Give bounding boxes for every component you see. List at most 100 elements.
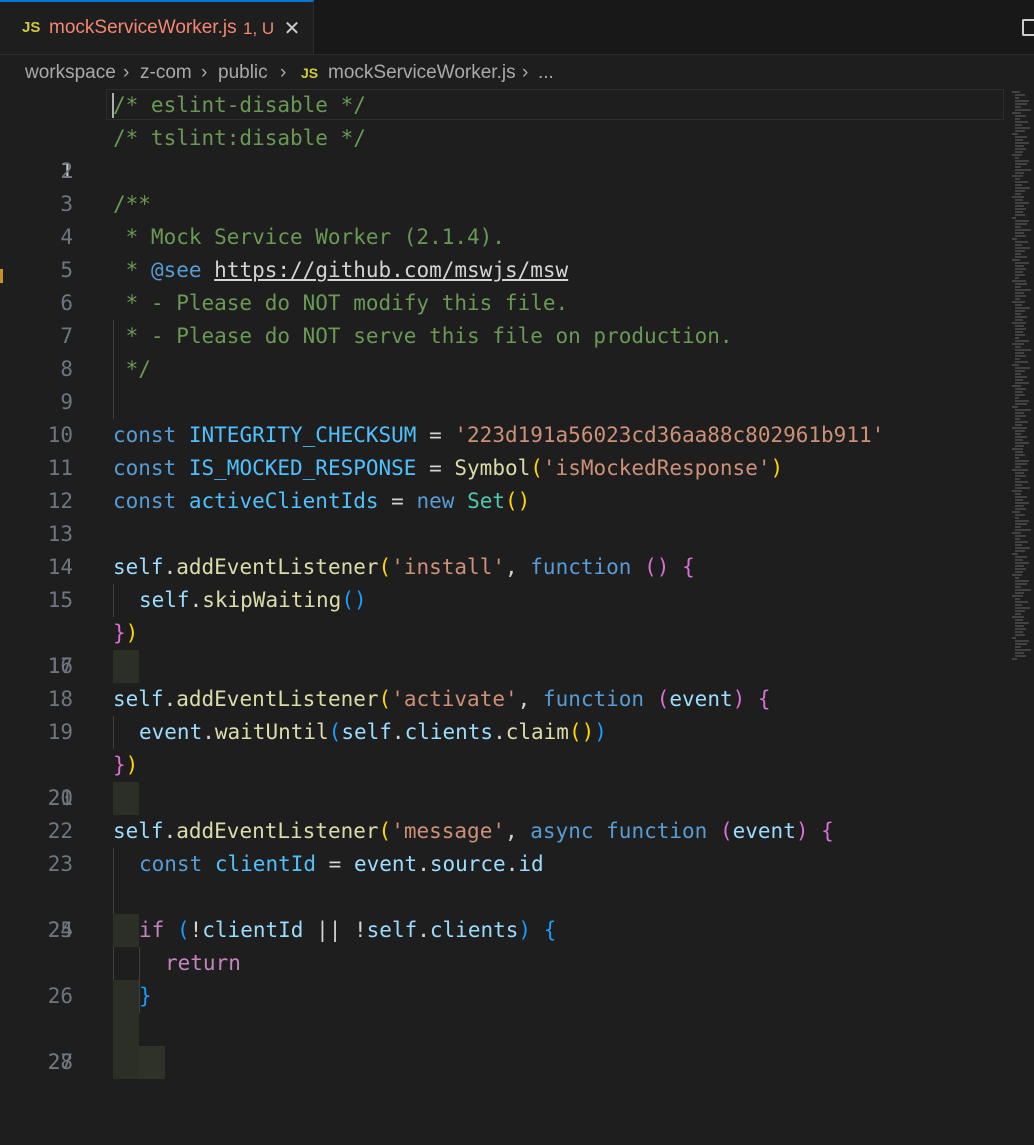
constant-name: INTEGRITY_CHECKSUM [188,423,417,447]
minimap[interactable] [1010,89,1034,669]
minimap-line [1015,544,1022,546]
minimap-line [1015,430,1025,432]
minimap-line [1015,535,1026,537]
code-line: 18 [0,650,1005,711]
minimap-line [1015,142,1029,144]
bracket: } [139,984,152,1008]
minimap-line [1015,442,1029,444]
minimap-line [1015,367,1030,369]
bracket: ( [530,456,543,480]
minimap-line [1015,382,1029,384]
minimap-line [1015,649,1031,651]
minimap-line [1015,586,1021,588]
bracket: ) [125,753,139,777]
minimap-line [1015,397,1019,399]
breadcrumb-public[interactable]: public [218,62,268,84]
breadcrumb-workspace[interactable]: workspace [25,62,116,84]
keyword: new [416,489,455,513]
punctuation: . [391,720,405,744]
minimap-line [1015,592,1024,594]
indent-highlight [113,1046,139,1079]
minimap-line [1015,172,1024,174]
close-icon[interactable]: ✕ [281,17,303,39]
minimap-line [1015,577,1019,579]
minimap-line [1015,391,1023,393]
breadcrumb-file[interactable]: mockServiceWorker.js [328,62,516,84]
minimap-line [1015,460,1029,462]
minimap-line [1015,409,1031,411]
keyword: const [113,456,177,480]
tab-mockserviceworker[interactable]: JS mockServiceWorker.js 1, U ✕ [0,0,314,54]
minimap-line [1012,175,1023,177]
string-literal: 'isMockedResponse' [542,456,771,480]
keyword: if [139,918,165,942]
minimap-line [1012,595,1023,597]
minimap-line [1015,160,1029,162]
punctuation: . [417,852,430,876]
code-line: 12 const IS_MOCKED_RESPONSE = Symbol('is… [0,452,1005,513]
minimap-line [1015,109,1031,111]
minimap-line [1015,556,1027,558]
bracket: { [757,687,771,711]
minimap-line [1015,304,1022,306]
code-editor[interactable]: 1 /* eslint-disable */ 2 /* tslint:disab… [0,89,1034,1079]
minimap-line [1015,418,1020,420]
minimap-line [1015,139,1023,141]
minimap-line [1015,484,1022,486]
bracket: ( [328,720,342,744]
minimap-line [1015,103,1027,105]
minimap-line [1015,394,1025,396]
punctuation: . [163,555,177,579]
minimap-line [1015,145,1024,147]
minimap-line [1015,229,1031,231]
code-line: 25 [0,881,1005,942]
minimap-line [1012,343,1024,345]
minimap-line [1012,637,1016,639]
code-line: 5 * Mock Service Worker (2.1.4). [0,221,1005,282]
minimap-line [1015,241,1028,243]
minimap-line [1015,628,1026,630]
minimap-line [1015,589,1031,591]
minimap-line [1015,313,1021,315]
code-content: event.waitUntil(self.clients.claim()) [139,716,607,749]
variable: self [113,687,164,711]
js-file-icon: JS [22,19,41,36]
minimap-line [1015,247,1030,249]
minimap-line [1015,388,1026,390]
minimap-line [1015,295,1026,297]
minimap-line [1015,550,1025,552]
minimap-line [1015,310,1025,312]
punctuation: . [417,918,430,942]
minimap-line [1015,640,1029,642]
bracket: ) [795,819,809,843]
comment-link[interactable]: https://github.com/mswjs/msw [214,258,568,282]
minimap-line [1015,583,1027,585]
code-content: * @see https://github.com/mswjs/msw [113,254,569,287]
code-line: 6 * @see https://github.com/mswjs/msw [0,254,1005,315]
jsdoc-tag: @see [150,258,202,282]
minimap-line [1015,199,1023,201]
string-literal: '223d191a56023cd36aa88c802961b911' [454,423,885,447]
bracket: ( [656,687,670,711]
minimap-line [1015,502,1029,504]
split-editor-icon[interactable] [1022,19,1034,36]
code-content: self.skipWaiting() [139,584,367,617]
minimap-line [1015,493,1021,495]
tab-filename: mockServiceWorker.js [49,17,237,38]
minimap-line [1015,100,1029,102]
minimap-line [1012,427,1027,429]
chevron-right-icon: › [280,62,287,83]
variable: event [139,720,203,744]
minimap-line [1015,646,1021,648]
minimap-line [1015,208,1026,210]
minimap-line [1015,517,1019,519]
bracket: ) [125,621,139,645]
keyword: const [113,423,177,447]
minimap-line [1012,322,1026,324]
line-number: 28 [47,1050,73,1074]
minimap-line [1015,250,1025,252]
chevron-right-icon: › [123,62,130,83]
punctuation: . [163,687,177,711]
breadcrumb-z-com[interactable]: z-com [140,62,192,84]
breadcrumb-more[interactable]: ... [538,62,554,84]
